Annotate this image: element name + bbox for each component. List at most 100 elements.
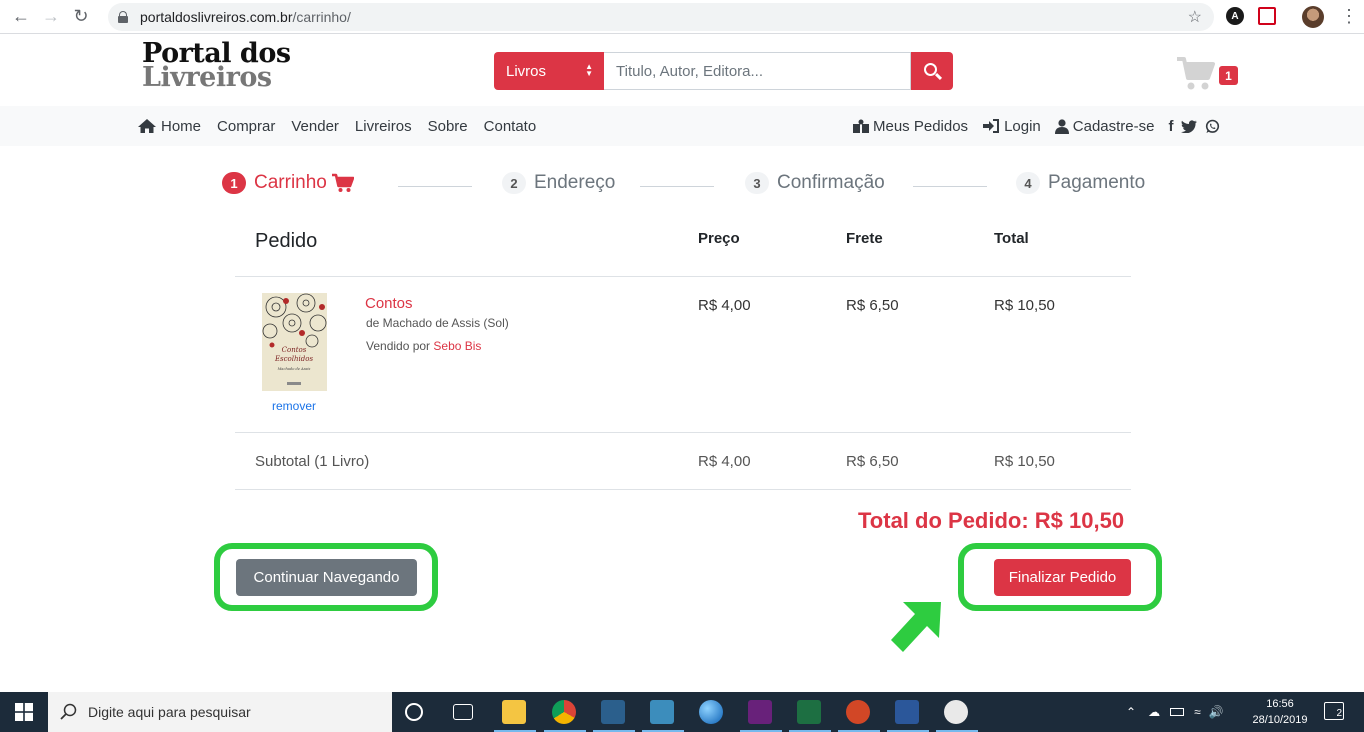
search-icon	[924, 63, 937, 76]
divider	[235, 489, 1131, 490]
step-label: Pagamento	[1048, 172, 1146, 193]
twitter-icon[interactable]	[1181, 119, 1198, 133]
cover-author: Machado de Assis	[277, 367, 311, 371]
chevron-up-icon[interactable]: ⌃	[1126, 705, 1136, 719]
step-address: 2 Endereço	[502, 172, 615, 194]
step-confirmation: 3 Confirmação	[745, 172, 885, 194]
facebook-icon[interactable]: f	[1168, 118, 1173, 135]
file-explorer-icon[interactable]	[502, 700, 526, 724]
search-category-select[interactable]: Livros ▲ ▼	[494, 52, 604, 90]
order-total: Total do Pedido: R$ 10,50	[858, 508, 1125, 533]
sold-by-label: Vendido por	[366, 339, 431, 353]
forward-icon[interactable]: →	[36, 2, 66, 32]
globe-app-icon[interactable]	[699, 700, 723, 724]
wifi-icon[interactable]: ≈	[1194, 705, 1201, 719]
extension-pocket-icon[interactable]	[1258, 7, 1276, 25]
step-number: 3	[745, 172, 769, 194]
whatsapp-icon[interactable]	[1205, 119, 1220, 134]
nav-home-label: Home	[161, 117, 202, 135]
nav-signup[interactable]: Cadastre-se	[1054, 117, 1155, 135]
reload-icon[interactable]: ↻	[66, 2, 96, 32]
nav-contato[interactable]: Contato	[484, 118, 537, 135]
browser-menu-icon[interactable]: ⋮	[1340, 6, 1358, 27]
cortana-icon[interactable]	[405, 703, 423, 721]
snipping-tool-icon[interactable]	[944, 700, 968, 724]
cart-count-badge: 1	[1219, 66, 1238, 85]
address-bar[interactable]: portaldoslivreiros.com.br/carrinho/ ☆	[108, 3, 1214, 31]
user-icon	[1054, 118, 1069, 134]
sign-in-icon	[983, 119, 1000, 133]
back-icon[interactable]: ←	[6, 2, 36, 32]
step-number: 1	[222, 172, 246, 194]
nav-livreiros[interactable]: Livreiros	[355, 118, 412, 135]
nav-sobre[interactable]: Sobre	[428, 118, 468, 135]
item-price: R$ 4,00	[698, 297, 751, 314]
nav-comprar[interactable]: Comprar	[217, 118, 275, 135]
site-logo[interactable]: Portal dos Livreiros	[142, 40, 291, 91]
windows-start-icon[interactable]	[0, 692, 48, 732]
volume-icon[interactable]: 🔊	[1209, 705, 1224, 719]
home-icon	[138, 119, 156, 133]
chrome-icon[interactable]	[552, 700, 576, 724]
search-button[interactable]	[911, 52, 953, 90]
divider	[235, 432, 1131, 433]
clock-time: 16:56	[1266, 698, 1294, 710]
onedrive-icon[interactable]: ☁	[1148, 705, 1160, 719]
clock-date: 28/10/2019	[1252, 714, 1308, 726]
profile-avatar[interactable]	[1302, 6, 1324, 28]
step-label: Endereço	[534, 172, 616, 193]
powerpoint-icon[interactable]	[846, 700, 870, 724]
item-shipping: R$ 6,50	[846, 297, 899, 314]
annotation-arrow-icon	[891, 602, 941, 652]
system-clock[interactable]: 16:56 28/10/2019	[1250, 696, 1310, 728]
step-payment: 4 Pagamento	[1016, 172, 1145, 194]
visual-studio-icon[interactable]	[748, 700, 772, 724]
bookmark-star-icon[interactable]: ☆	[1188, 7, 1202, 27]
step-connector	[398, 186, 472, 187]
book-cover-image[interactable]: Contos Escolhidos Machado de Assis	[262, 293, 327, 391]
nav-login[interactable]: Login	[982, 118, 1041, 135]
subtotal-shipping: R$ 6,50	[846, 453, 899, 470]
nav-my-orders-label: Meus Pedidos	[873, 117, 969, 135]
step-connector	[640, 186, 714, 187]
continue-shopping-button[interactable]: Continuar Navegando	[236, 559, 417, 596]
nav-my-orders[interactable]: Meus Pedidos	[852, 118, 968, 135]
item-total: R$ 10,50	[994, 297, 1055, 314]
search-form: Livros ▲ ▼ Titulo, Autor, Editora...	[494, 52, 953, 90]
url-host: portaldoslivreiros.com.br	[140, 9, 293, 25]
battery-icon[interactable]	[1170, 708, 1185, 716]
book-seller-info: Vendido por Sebo Bis	[366, 339, 481, 353]
excel-icon[interactable]	[797, 700, 821, 724]
taskbar-search-input[interactable]: Digite aqui para pesquisar	[48, 692, 392, 732]
extension-a-icon[interactable]: A	[1226, 7, 1244, 25]
books-icon	[853, 119, 869, 133]
app-tool-icon[interactable]	[650, 700, 674, 724]
finalize-order-button[interactable]: Finalizar Pedido	[994, 559, 1131, 596]
url-path: /carrinho/	[292, 9, 351, 25]
mysql-workbench-icon[interactable]	[601, 700, 625, 724]
header-preco: Preço	[698, 230, 740, 247]
search-input[interactable]: Titulo, Autor, Editora...	[604, 52, 911, 90]
step-connector	[913, 186, 987, 187]
book-title-link[interactable]: Contos	[365, 295, 413, 312]
taskbar-search-placeholder: Digite aqui para pesquisar	[88, 704, 251, 720]
step-label: Confirmação	[777, 172, 885, 193]
task-view-icon[interactable]	[453, 704, 473, 720]
word-icon[interactable]	[895, 700, 919, 724]
notification-center-icon[interactable]: 2	[1324, 702, 1344, 720]
header-frete: Frete	[846, 230, 883, 247]
search-icon	[60, 703, 77, 720]
nav-signup-label: Cadastre-se	[1072, 117, 1155, 135]
cart-button[interactable]: 1	[1176, 56, 1240, 92]
lock-icon	[118, 11, 128, 23]
subtotal-price: R$ 4,00	[698, 453, 751, 470]
select-arrows-icon: ▲ ▼	[585, 62, 593, 78]
remove-item-link[interactable]: remover	[272, 399, 316, 413]
cover-subtitle: Escolhidos	[274, 355, 314, 363]
nav-vender[interactable]: Vender	[291, 118, 339, 135]
cart-icon	[1177, 57, 1215, 90]
seller-link[interactable]: Sebo Bis	[433, 339, 481, 353]
subtotal-label: Subtotal (1 Livro)	[255, 453, 370, 470]
nav-home[interactable]: Home	[137, 118, 201, 135]
step-number: 4	[1016, 172, 1040, 194]
